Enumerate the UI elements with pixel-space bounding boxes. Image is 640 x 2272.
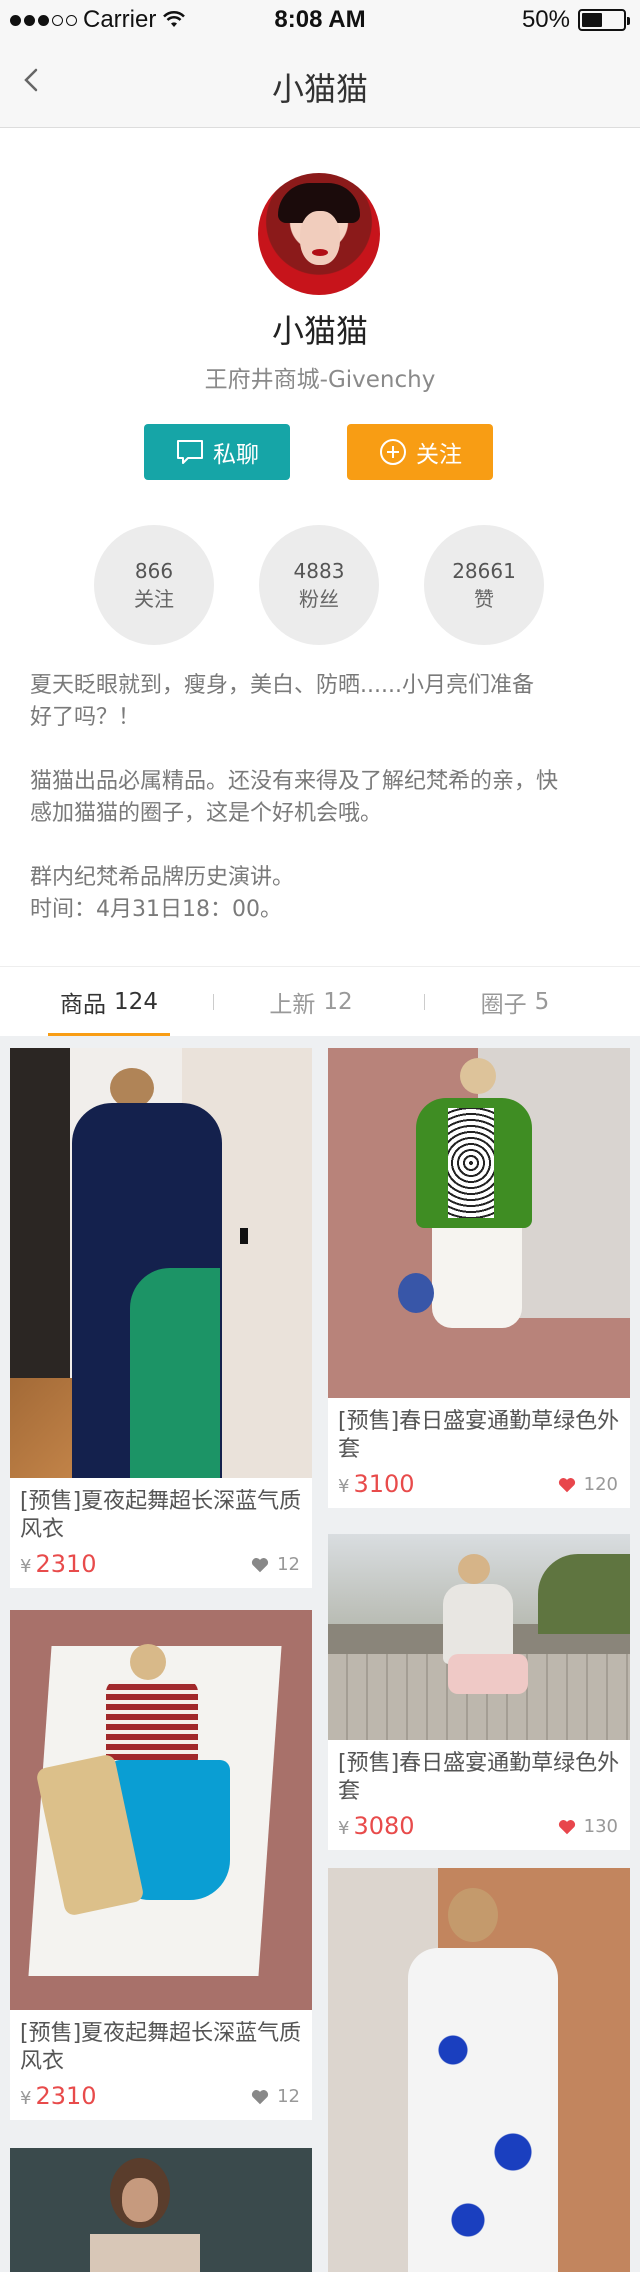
stat-label: 赞 (474, 587, 494, 611)
chat-button-label: 私聊 (213, 442, 259, 468)
profile-name: 小猫猫 (271, 312, 368, 350)
heart-icon (558, 1819, 575, 1834)
like-count[interactable]: 12 (251, 2086, 300, 2107)
profile-bio: 夏天眨眼就到，瘦身，美白、防晒......小月亮们准备 好了吗？！ 猫猫出品必属精… (30, 670, 620, 926)
plus-circle-icon (380, 439, 406, 465)
product-image (328, 1868, 630, 2272)
product-price: ¥2310 (20, 2082, 97, 2110)
chat-bubble-icon (177, 440, 203, 464)
product-feed: [预售]夏夜起舞超长深蓝气质风衣 ¥2310 12 [预售]春日盛宴通勤草绿色外… (0, 1036, 640, 2272)
profile-subtitle: 王府井商城-Givenchy (204, 367, 436, 393)
tab-count: 12 (323, 989, 353, 1015)
tab-circles[interactable]: 圈子 5 (454, 967, 576, 1037)
product-card[interactable]: [预售]春日盛宴通勤草绿色外套 ¥3080 130 (328, 1534, 630, 1850)
like-count[interactable]: 12 (251, 1554, 300, 1575)
product-image (328, 1048, 630, 1398)
product-card[interactable] (10, 2148, 312, 2272)
bio-paragraph: 群内纪梵希品牌历史演讲。 时间：4月31日18：00。 (30, 865, 295, 922)
stat-label: 粉丝 (299, 587, 339, 611)
stat-value: 4883 (293, 559, 345, 583)
avatar[interactable] (258, 173, 380, 295)
product-card[interactable]: [预售]春日盛宴通勤草绿色外套 ¥3100 120 (328, 1048, 630, 1508)
bio-paragraph: 夏天眨眼就到，瘦身，美白、防晒......小月亮们准备 好了吗？！ (30, 673, 534, 730)
product-price: ¥3100 (338, 1470, 415, 1498)
heart-icon (252, 2089, 269, 2104)
follow-button[interactable]: 关注 (347, 424, 493, 480)
product-image (10, 1048, 312, 1478)
product-title: [预售]春日盛宴通勤草绿色外套 (338, 1751, 620, 1804)
stat-value: 28661 (452, 559, 516, 583)
like-count[interactable]: 130 (558, 1816, 618, 1837)
battery-percent: 50% (521, 6, 570, 33)
battery-group: 50% (521, 6, 630, 34)
tab-count: 5 (534, 989, 550, 1015)
stat-followers[interactable]: 4883 粉丝 (259, 525, 379, 645)
tab-count: 124 (114, 989, 158, 1015)
tab-new-arrivals[interactable]: 上新 12 (250, 967, 372, 1037)
product-title: [预售]夏夜起舞超长深蓝气质风衣 (20, 1489, 302, 1542)
bio-paragraph: 猫猫出品必属精品。还没有来得及了解纪梵希的亲，快 感加猫猫的圈子，这是个好机会哦。 (30, 769, 559, 826)
battery-icon (578, 9, 630, 31)
product-title: [预售]夏夜起舞超长深蓝气质风衣 (20, 2021, 302, 2074)
stat-likes[interactable]: 28661 赞 (424, 525, 544, 645)
product-title: [预售]春日盛宴通勤草绿色外套 (338, 1409, 620, 1462)
status-bar: Carrier 8:08 AM 50% (0, 0, 640, 40)
follow-button-label: 关注 (416, 442, 462, 468)
tab-divider (213, 994, 214, 1010)
product-price: ¥2310 (20, 1550, 97, 1578)
heart-icon (252, 1557, 269, 1572)
tab-label: 上新 (269, 992, 316, 1018)
tab-label: 商品 (60, 992, 107, 1018)
product-card[interactable]: [预售]夏夜起舞超长深蓝气质风衣 ¥2310 12 (10, 1048, 312, 1588)
stat-following[interactable]: 866 关注 (94, 525, 214, 645)
like-count[interactable]: 120 (558, 1474, 618, 1495)
heart-icon (558, 1477, 575, 1492)
tab-products[interactable]: 商品 124 (48, 967, 170, 1037)
tab-label: 圈子 (480, 992, 527, 1018)
product-card[interactable]: [预售]夏夜起舞超长深蓝气质风衣 ¥2310 12 (10, 1610, 312, 2120)
stat-value: 866 (134, 559, 174, 583)
product-image (10, 2148, 312, 2272)
product-image (10, 1610, 312, 2010)
private-chat-button[interactable]: 私聊 (144, 424, 290, 480)
navigation-bar: 小猫猫 (0, 40, 640, 128)
tab-divider (424, 994, 425, 1010)
product-price: ¥3080 (338, 1812, 415, 1840)
product-image (328, 1534, 630, 1740)
page-title: 小猫猫 (271, 70, 368, 108)
stat-label: 关注 (134, 587, 174, 611)
product-card[interactable] (328, 1868, 630, 2272)
tab-bar: 商品 124 上新 12 圈子 5 (0, 966, 640, 1036)
